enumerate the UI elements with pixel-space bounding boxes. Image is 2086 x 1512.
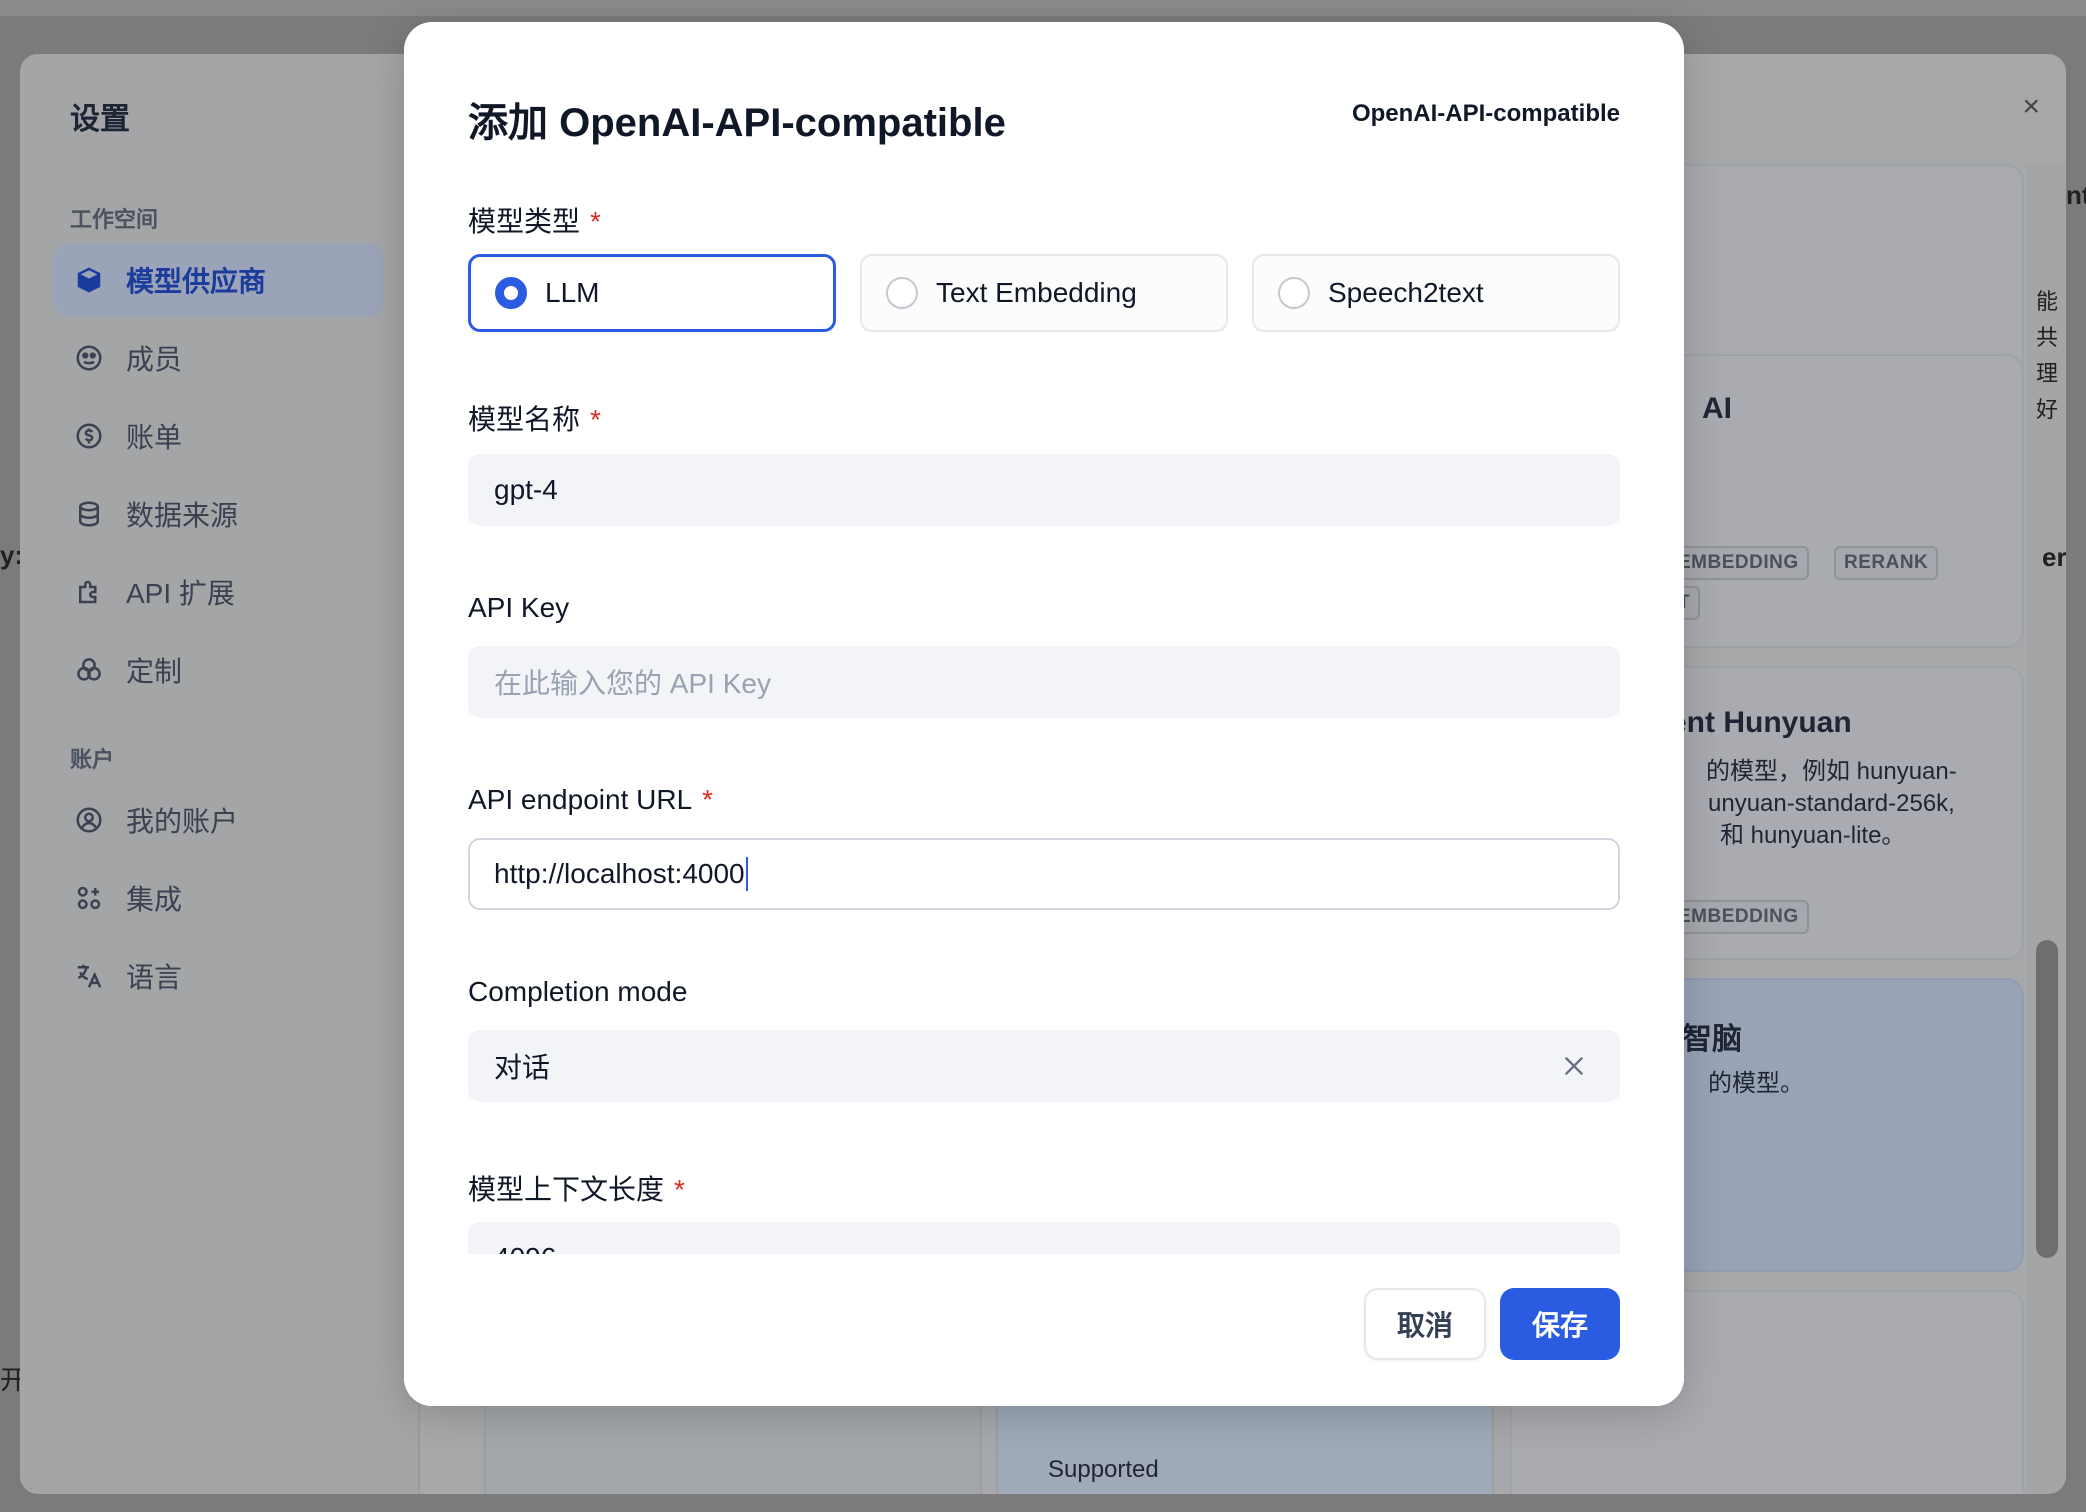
- edge-text-right: 好: [2036, 397, 2059, 422]
- sidebar-item-model-provider[interactable]: 模型供应商: [54, 244, 384, 316]
- api-key-input[interactable]: 在此输入您的 API Key: [468, 646, 1620, 718]
- provider-card-desc: 和 hunyuan-lite。: [1720, 822, 1906, 849]
- sidebar-item-label: 定制: [126, 656, 183, 687]
- provider-card[interactable]: [484, 1394, 982, 1494]
- sidebar-item-label: 模型供应商: [126, 266, 267, 297]
- provider-tag: EMBEDDING: [1668, 546, 1809, 580]
- sidebar-item-members[interactable]: 成员: [54, 322, 384, 394]
- endpoint-url-value: http://localhost:4000: [494, 858, 745, 889]
- sidebar-item-data-source[interactable]: 数据来源: [54, 478, 384, 550]
- model-name-input[interactable]: gpt-4: [468, 454, 1620, 526]
- provider-card-desc: 的模型。: [1708, 1070, 1804, 1097]
- model-name-label: 模型名称 *: [468, 398, 601, 438]
- model-type-label-text: 模型类型: [468, 206, 581, 237]
- api-key-label: API Key: [468, 592, 569, 624]
- database-icon: [74, 499, 104, 529]
- radio-unselected-icon: [1278, 277, 1310, 309]
- provider-card-title: AI: [1702, 392, 1732, 425]
- completion-mode-select[interactable]: 对话: [468, 1030, 1620, 1102]
- sidebar-item-integration[interactable]: 集成: [54, 862, 384, 934]
- provider-card[interactable]: Supported: [996, 1394, 1494, 1494]
- required-marker: *: [674, 1174, 685, 1205]
- add-provider-modal: 添加 OpenAI-API-compatible OpenAI-API-comp…: [404, 22, 1684, 1406]
- customize-icon: [74, 655, 104, 685]
- completion-mode-label-text: Completion mode: [468, 976, 688, 1007]
- provider-card-title: ent Hunyuan: [1670, 706, 1852, 739]
- integration-icon: [74, 883, 104, 913]
- radio-label: LLM: [545, 277, 600, 308]
- save-button[interactable]: 保存: [1500, 1288, 1620, 1360]
- sidebar-item-customize[interactable]: 定制: [54, 634, 384, 706]
- model-name-label-text: 模型名称: [468, 404, 581, 435]
- context-length-label: 模型上下文长度 *: [468, 1168, 685, 1208]
- sidebar-group-account: 账户: [70, 747, 115, 772]
- context-length-label-text: 模型上下文长度: [468, 1174, 665, 1205]
- model-type-option-text-embedding[interactable]: Text Embedding: [860, 254, 1228, 332]
- api-key-label-text: API Key: [468, 592, 570, 623]
- close-icon[interactable]: ×: [2022, 90, 2040, 124]
- required-marker: *: [590, 206, 601, 237]
- sidebar-item-label: API 扩展: [126, 578, 235, 609]
- edge-text-right: er: [2042, 542, 2066, 572]
- required-marker: *: [702, 784, 714, 815]
- provider-card-desc: unyuan-standard-256k,: [1708, 790, 1955, 817]
- provider-brand-label: OpenAI-API-compatible: [1351, 100, 1620, 127]
- sidebar-item-label: 集成: [126, 884, 183, 915]
- sidebar-item-label: 账单: [126, 422, 183, 453]
- settings-title: 设置: [70, 103, 130, 136]
- user-circle-icon: [74, 805, 104, 835]
- provider-card-desc: Supported: [1048, 1456, 1159, 1483]
- endpoint-url-label: API endpoint URL *: [468, 784, 713, 816]
- edge-text-right: 理: [2036, 361, 2059, 386]
- sidebar-item-label: 数据来源: [126, 500, 239, 531]
- sidebar-item-label: 语言: [126, 962, 183, 993]
- radio-unselected-icon: [886, 277, 918, 309]
- text-caret: [745, 857, 748, 891]
- members-icon: [74, 343, 104, 373]
- edge-text-right: nt: [2066, 180, 2086, 210]
- api-key-placeholder: 在此输入您的 API Key: [494, 668, 771, 699]
- model-type-label: 模型类型 *: [468, 200, 601, 240]
- endpoint-url-label-text: API endpoint URL: [468, 784, 693, 815]
- sidebar-group-workspace: 工作空间: [70, 207, 159, 232]
- settings-sidebar: 设置 工作空间 模型供应商 成员 账单 数据来源 API 扩展 定制 账户 我的…: [20, 54, 420, 1494]
- modal-title: 添加 OpenAI-API-compatible: [468, 101, 1006, 145]
- background-topbar: [0, 0, 2086, 16]
- provider-tag: RERANK: [1834, 546, 1939, 580]
- cancel-button[interactable]: 取消: [1364, 1288, 1486, 1360]
- edge-text-right: 共: [2036, 325, 2059, 350]
- radio-selected-icon: [495, 277, 527, 309]
- billing-icon: [74, 421, 104, 451]
- provider-card-title: 智脑: [1682, 1023, 1742, 1056]
- radio-label: Speech2text: [1328, 277, 1484, 308]
- provider-tag: EMBEDDING: [1668, 900, 1809, 934]
- edge-text-right: 能: [2036, 289, 2059, 314]
- required-marker: *: [590, 404, 601, 435]
- modal-footer: [404, 1254, 1684, 1406]
- provider-card-desc: 的模型，例如 hunyuan-: [1706, 758, 1957, 785]
- sidebar-item-billing[interactable]: 账单: [54, 400, 384, 472]
- sidebar-item-label: 我的账户: [126, 806, 239, 837]
- completion-mode-label: Completion mode: [468, 976, 687, 1008]
- cube-icon: [74, 265, 104, 295]
- sidebar-item-my-account[interactable]: 我的账户: [54, 784, 384, 856]
- model-type-option-speech2text[interactable]: Speech2text: [1252, 254, 1620, 332]
- endpoint-url-input[interactable]: http://localhost:4000: [468, 838, 1620, 910]
- model-name-value: gpt-4: [494, 474, 558, 505]
- puzzle-icon: [74, 577, 104, 607]
- model-type-option-llm[interactable]: LLM: [468, 254, 836, 332]
- translate-icon: [74, 961, 104, 991]
- sidebar-item-api-extension[interactable]: API 扩展: [54, 556, 384, 628]
- settings-scrollbar-thumb[interactable]: [2036, 940, 2058, 1258]
- sidebar-item-language[interactable]: 语言: [54, 940, 384, 1012]
- completion-mode-value: 对话: [494, 1052, 551, 1083]
- sidebar-item-label: 成员: [126, 344, 183, 375]
- clear-icon[interactable]: [1556, 1048, 1592, 1084]
- radio-label: Text Embedding: [936, 277, 1137, 308]
